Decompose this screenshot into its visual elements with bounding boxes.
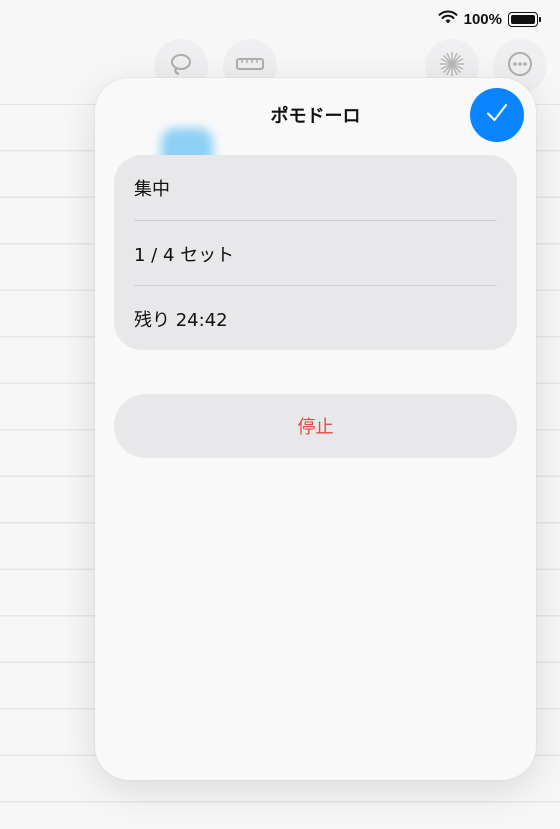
- battery-percentage: 100%: [463, 10, 502, 28]
- mode-label: 集中: [134, 178, 170, 200]
- wifi-icon: [438, 10, 458, 29]
- lasso-icon: [168, 51, 194, 81]
- row-mode: 集中: [134, 155, 497, 220]
- pomodoro-sheet: ポモドーロ 集中 1 / 4 セット 残り 24:42 停止: [95, 78, 536, 780]
- ellipsis-icon: [507, 51, 533, 81]
- done-button[interactable]: [470, 88, 524, 142]
- status-bar: 100%: [438, 8, 541, 30]
- battery-icon: [508, 11, 541, 27]
- remaining-label: 残り 24:42: [134, 309, 228, 331]
- stop-button[interactable]: 停止: [114, 394, 517, 458]
- row-remaining: 残り 24:42: [134, 285, 497, 350]
- status-group: 集中 1 / 4 セット 残り 24:42: [114, 155, 517, 350]
- ruler-icon: [235, 54, 265, 78]
- row-sets: 1 / 4 セット: [134, 220, 497, 286]
- checkmark-icon: [484, 100, 510, 130]
- sets-label: 1 / 4 セット: [134, 244, 235, 266]
